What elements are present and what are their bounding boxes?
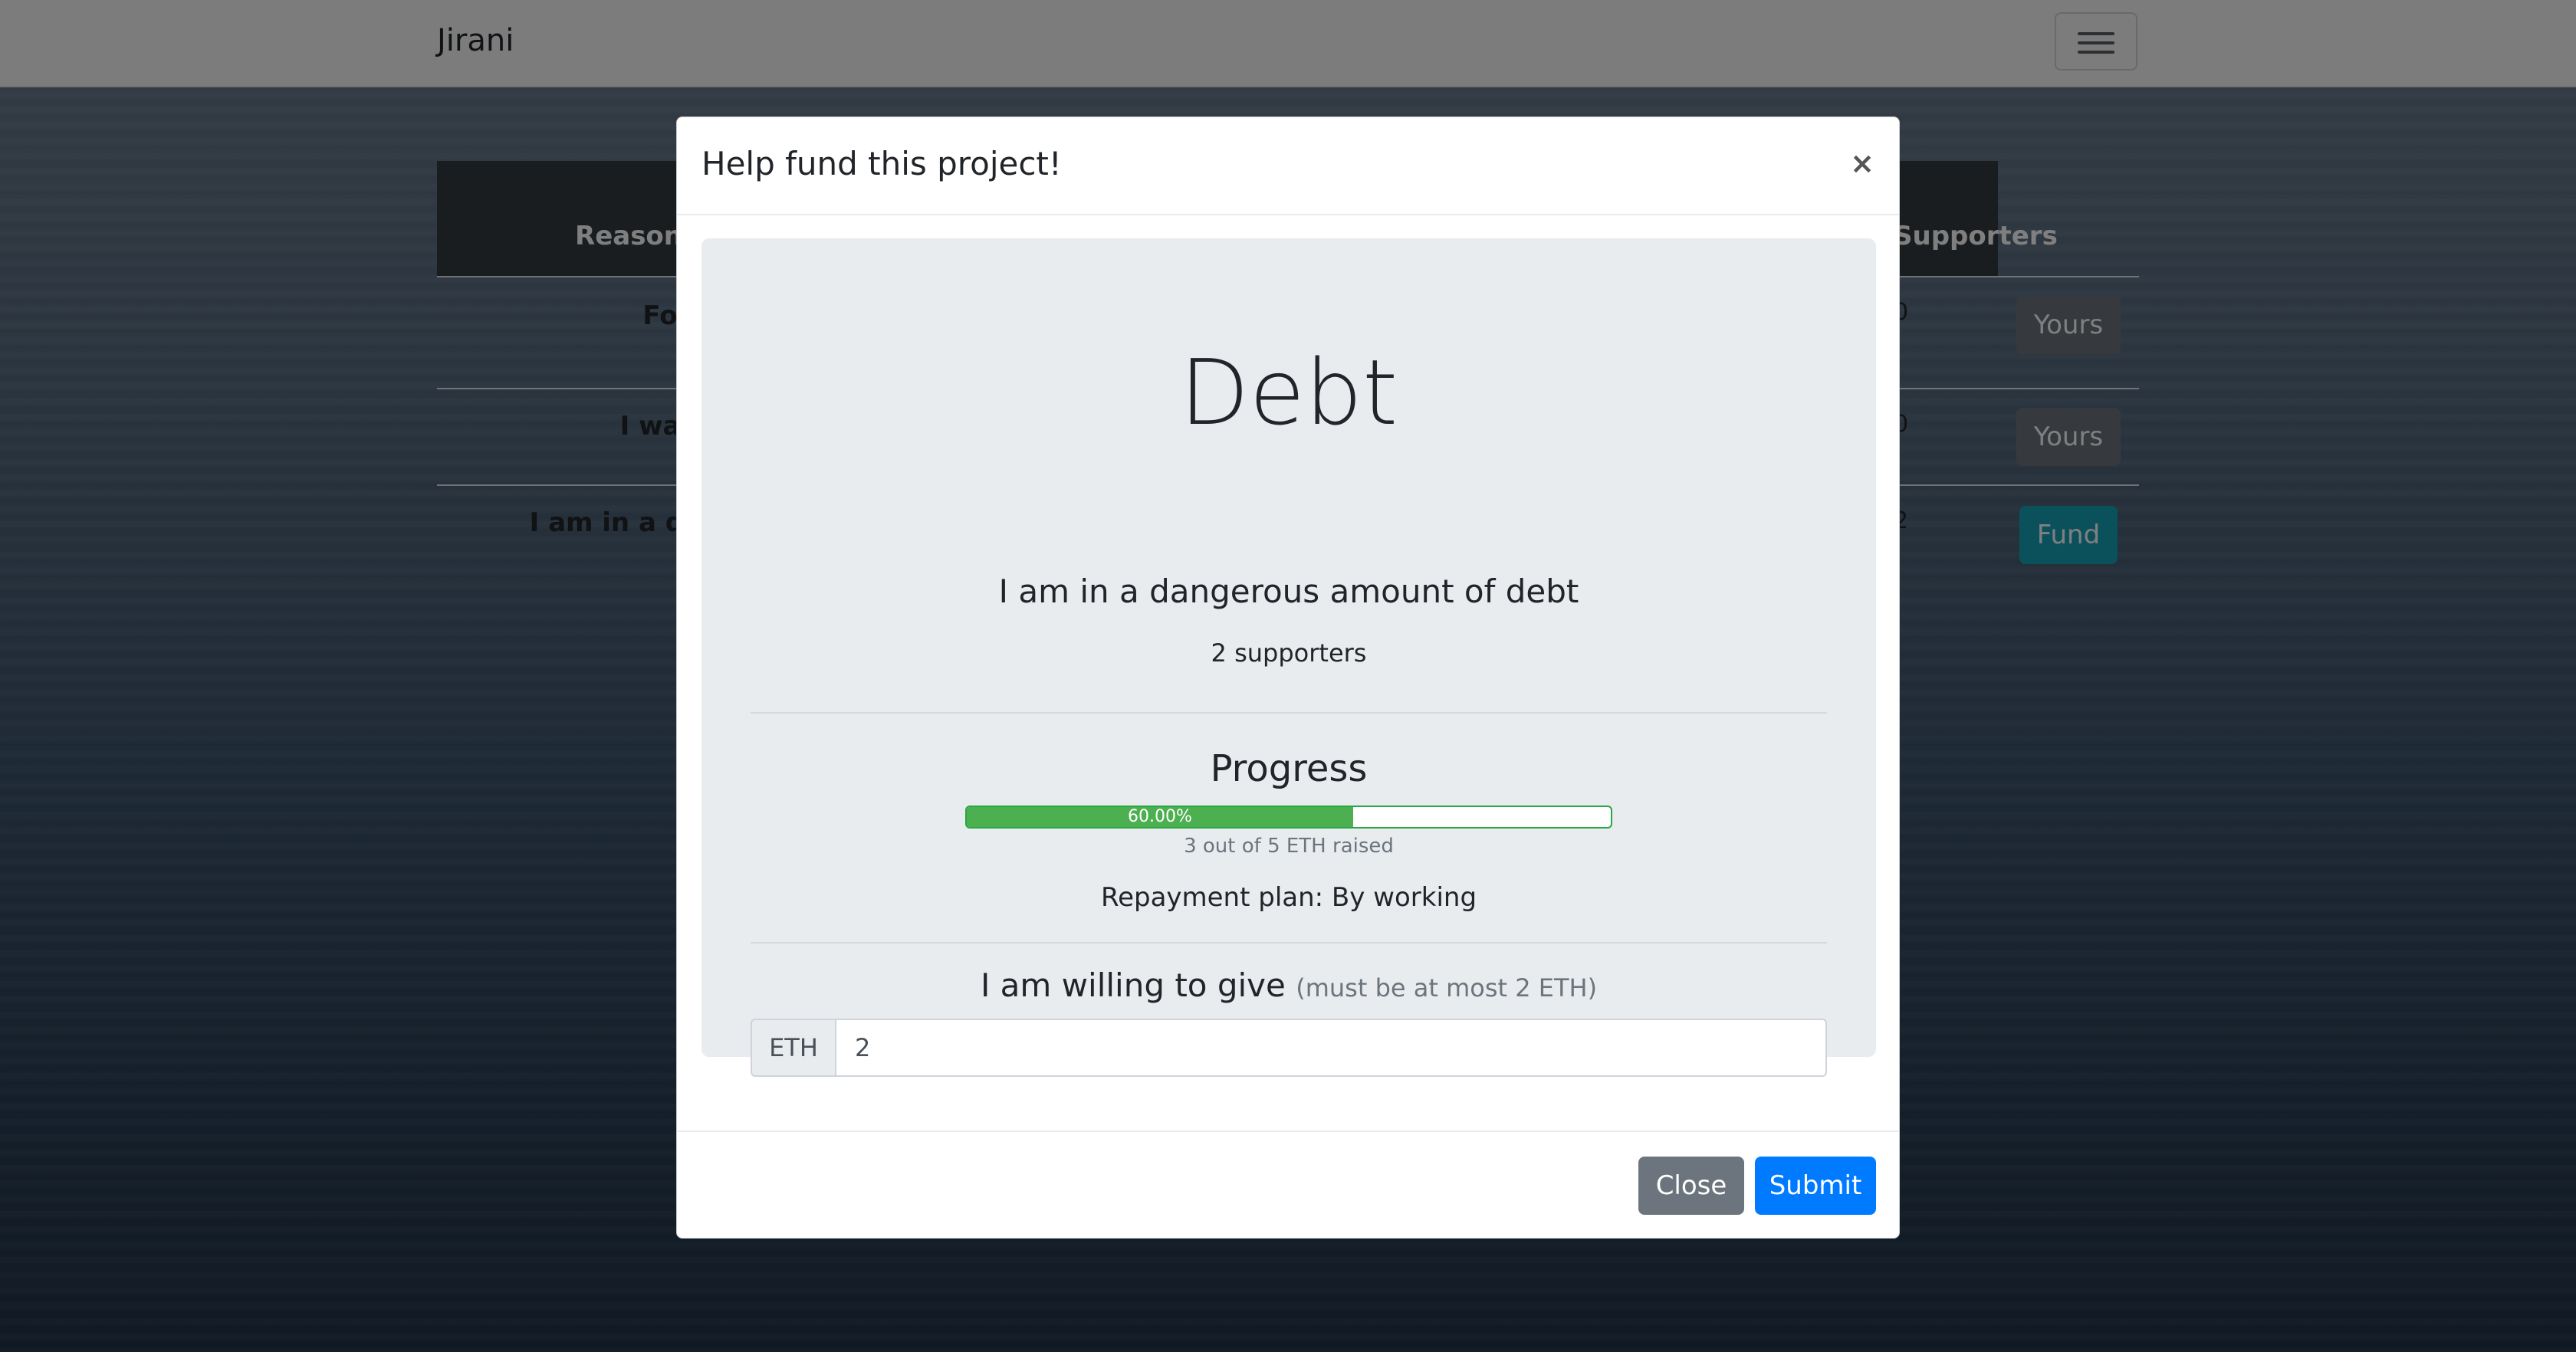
repayment-plan: Repayment plan: By working xyxy=(1100,882,1477,913)
project-description: I am in a dangerous amount of debt xyxy=(998,573,1579,610)
currency-addon: ETH xyxy=(751,1019,836,1077)
project-title: Debt xyxy=(1179,340,1398,445)
fund-modal: Help fund this project! × Debt I am in a… xyxy=(676,116,1900,1239)
divider xyxy=(751,942,1827,943)
progress-bar: 60.00% xyxy=(965,806,1612,829)
divider xyxy=(751,712,1827,714)
progress-fill: 60.00% xyxy=(967,807,1353,827)
modal-title: Help fund this project! xyxy=(702,145,1062,182)
raised-text: 3 out of 5 ETH raised xyxy=(1184,835,1394,858)
supporters-count: 2 supporters xyxy=(1211,638,1367,668)
eth-amount-input[interactable] xyxy=(836,1019,1827,1077)
give-label-text: I am willing to give xyxy=(980,966,1286,1004)
modal-header: Help fund this project! × xyxy=(677,117,1899,215)
close-button[interactable]: Close xyxy=(1638,1157,1744,1215)
submit-button[interactable]: Submit xyxy=(1755,1157,1876,1215)
close-icon[interactable]: × xyxy=(1850,146,1875,180)
give-hint: (must be at most 2 ETH) xyxy=(1296,973,1598,1003)
modal-footer: Close Submit xyxy=(677,1130,1899,1241)
give-label: I am willing to give (must be at most 2 … xyxy=(702,966,1876,1004)
project-card: Debt I am in a dangerous amount of debt … xyxy=(702,238,1876,1077)
progress-heading: Progress xyxy=(1210,747,1368,790)
eth-input-group: ETH xyxy=(751,1019,1827,1077)
